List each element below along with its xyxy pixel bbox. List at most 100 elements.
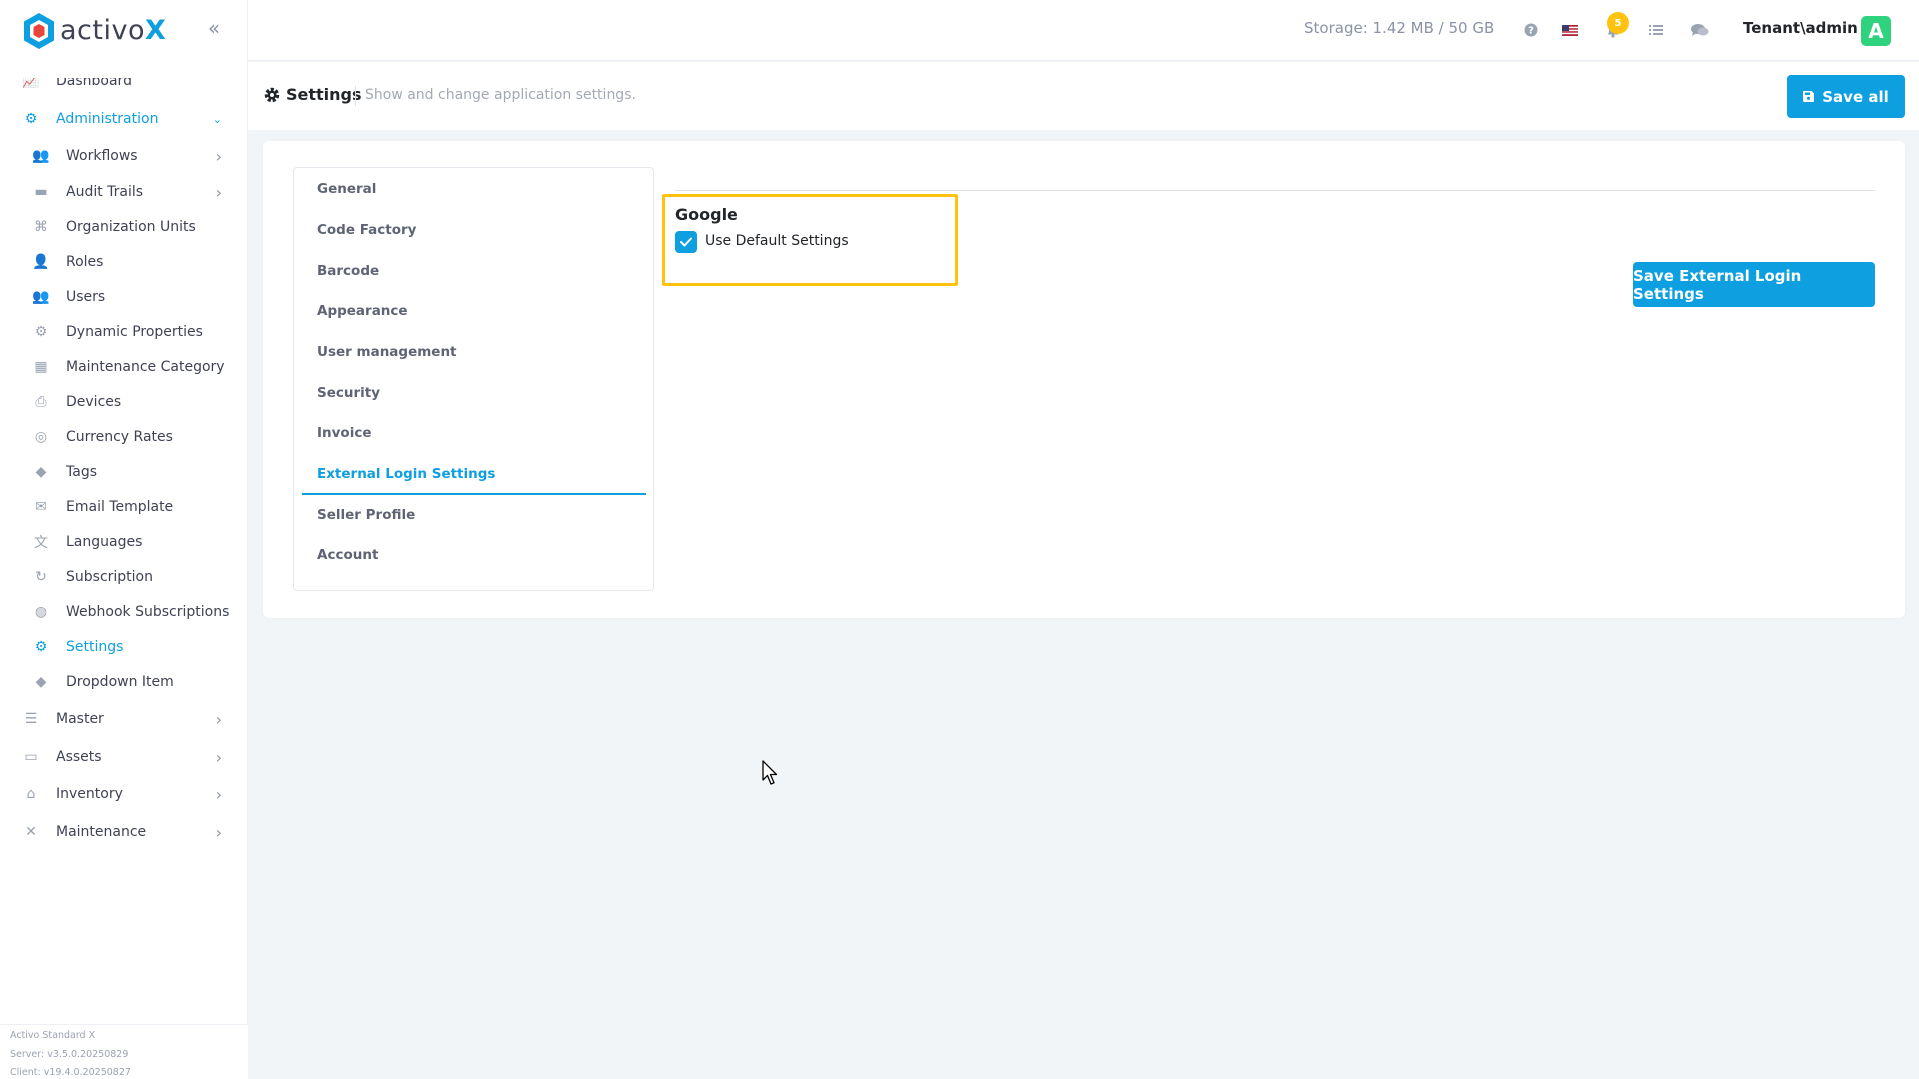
gear-icon	[263, 86, 283, 106]
tab-general[interactable]: General	[294, 170, 655, 208]
collapse-sidebar-icon[interactable]: «	[204, 18, 224, 38]
check-icon	[680, 237, 692, 247]
avatar[interactable]: A	[1861, 16, 1891, 46]
page-subheader: Settings Show and change application set…	[248, 62, 1919, 130]
tab-external-login-settings[interactable]: External Login Settings	[294, 455, 655, 493]
sidebar-item-dynamic-properties[interactable]: ⚙ Dynamic Properties	[0, 314, 248, 350]
sidebar-item-label: Dynamic Properties	[66, 324, 203, 340]
chevron-right-icon: ›	[215, 747, 222, 767]
sidebar-item-label: Organization Units	[66, 219, 196, 235]
sidebar-item-tags[interactable]: ◆ Tags	[0, 454, 248, 490]
sidebar-item-currency-rates[interactable]: ◎ Currency Rates	[0, 419, 248, 455]
mouse-cursor-icon	[762, 760, 778, 785]
sidebar: activoX « 📈 Dashboard ⚙ Administration ⌄ 👥 Wor…	[0, 0, 248, 1079]
sidebar-item-label: Workflows	[66, 148, 138, 164]
tab-code-factory[interactable]: Code Factory	[294, 211, 655, 249]
envelope-icon: ✉	[35, 499, 47, 515]
section-divider	[675, 190, 1875, 191]
task-list-icon[interactable]	[1644, 18, 1668, 42]
sidebar-item-audit-trails[interactable]: ▬ Audit Trails ›	[0, 174, 248, 210]
page-description: Show and change application settings.	[365, 87, 636, 103]
sidebar-item-webhook-subscriptions[interactable]: ◍ Webhook Subscriptions	[0, 594, 248, 630]
chevron-down-icon: ⌄	[212, 112, 222, 126]
tab-invoice[interactable]: Invoice	[294, 414, 655, 452]
chevron-right-icon: ›	[215, 709, 222, 729]
sidebar-item-maintenance-category[interactable]: ▦ Maintenance Category	[0, 349, 248, 385]
sidebar-item-subscription[interactable]: ↻ Subscription	[0, 559, 248, 595]
language-icon: 文	[34, 535, 48, 551]
gear-icon: ⚙	[34, 324, 48, 340]
gear-icon: ⚙	[34, 639, 48, 655]
tab-seller-profile[interactable]: Seller Profile	[294, 496, 655, 534]
notification-badge: 5	[1607, 12, 1629, 34]
sidebar-item-label: Tags	[66, 464, 97, 480]
globe-icon: ◍	[34, 604, 48, 620]
tags-icon: ◆	[35, 674, 47, 690]
sidebar-item-label: Roles	[66, 254, 104, 270]
users-icon: 👥	[32, 148, 50, 164]
sidebar-item-inventory[interactable]: ⌂ Inventory ›	[0, 776, 248, 812]
chevron-right-icon: ›	[215, 182, 222, 202]
top-header: Storage: 1.42 MB / 50 GB ? 5 Tenant\admi…	[248, 0, 1919, 61]
sidebar-item-label: Users	[66, 289, 106, 305]
sidebar-item-users[interactable]: 👥 Users	[0, 279, 248, 315]
user-tag-icon: 👤	[32, 254, 50, 270]
chat-icon[interactable]	[1688, 18, 1712, 42]
sidebar-item-master[interactable]: ☰ Master ›	[0, 701, 248, 737]
users-icon: 👥	[32, 289, 50, 305]
sidebar-item-maintenance[interactable]: ✕ Maintenance ›	[0, 814, 248, 850]
tab-security[interactable]: Security	[294, 374, 655, 412]
sidebar-item-label: Dashboard	[56, 78, 132, 89]
printer-icon: ⎙	[35, 394, 47, 410]
sidebar-item-roles[interactable]: 👤 Roles	[0, 244, 248, 280]
sidebar-item-label: Master	[56, 711, 104, 727]
save-external-login-settings-button[interactable]: Save External Login Settings	[1633, 262, 1875, 307]
tab-account[interactable]: Account	[294, 536, 655, 574]
brand-name: activoX	[60, 15, 167, 46]
sidebar-item-label: Inventory	[56, 786, 123, 802]
user-name[interactable]: Tenant\admin	[1743, 19, 1858, 37]
google-login-section: Google Use Default Settings	[662, 194, 958, 286]
coins-icon: ◎	[34, 429, 48, 445]
client-version: Client: v19.4.0.20250827	[10, 1067, 131, 1078]
sidebar-item-settings[interactable]: ⚙ Settings	[0, 629, 248, 665]
sidebar-item-label: Maintenance Category	[66, 359, 225, 375]
sidebar-item-languages[interactable]: 文 Languages	[0, 524, 248, 560]
grid-icon: ▦	[34, 359, 48, 375]
sidebar-item-assets[interactable]: ▭ Assets ›	[0, 739, 248, 775]
tab-barcode[interactable]: Barcode	[294, 252, 655, 290]
database-icon: ☰	[24, 711, 38, 727]
folder-icon: ▬	[34, 184, 48, 200]
sidebar-item-label: Maintenance	[56, 824, 147, 840]
tab-user-management[interactable]: User management	[294, 333, 655, 371]
use-default-settings-checkbox[interactable]	[675, 231, 697, 253]
svg-text:?: ?	[1528, 26, 1534, 37]
chevron-right-icon: ›	[215, 822, 222, 842]
sidebar-item-label: Assets	[56, 749, 102, 765]
sidebar-item-label: Administration	[56, 111, 159, 127]
sidebar-item-workflows[interactable]: 👥 Workflows ›	[0, 138, 248, 174]
sidebar-item-label: Settings	[66, 639, 124, 655]
use-default-settings-label[interactable]: Use Default Settings	[705, 233, 849, 249]
sidebar-item-label: Dropdown Item	[66, 674, 174, 690]
sidebar-item-label: Subscription	[66, 569, 153, 585]
save-all-button[interactable]: Save all	[1787, 75, 1905, 118]
sidebar-item-dashboard[interactable]: 📈 Dashboard	[0, 78, 248, 99]
active-tab-indicator	[302, 493, 646, 495]
sidebar-item-organization-units[interactable]: ⌘ Organization Units	[0, 209, 248, 245]
tab-appearance[interactable]: Appearance	[294, 292, 655, 330]
tags-icon: ◆	[35, 464, 47, 480]
sidebar-item-dropdown-item[interactable]: ◆ Dropdown Item	[0, 664, 248, 700]
sidebar-item-email-template[interactable]: ✉ Email Template	[0, 489, 248, 525]
save-all-label: Save all	[1822, 87, 1889, 106]
version-info: Activo Standard X Server: v3.5.0.2025082…	[0, 1024, 248, 1079]
sidebar-item-devices[interactable]: ⎙ Devices	[0, 384, 248, 420]
gears-icon: ⚙	[24, 111, 38, 127]
us-flag-icon[interactable]	[1558, 18, 1582, 42]
product-name: Activo Standard X	[10, 1030, 96, 1041]
chart-line-icon: 📈	[22, 78, 40, 89]
sidebar-item-administration[interactable]: ⚙ Administration ⌄	[0, 101, 248, 137]
help-icon[interactable]: ?	[1519, 18, 1543, 42]
server-version: Server: v3.5.0.20250829	[10, 1048, 129, 1060]
sidebar-item-label: Webhook Subscriptions	[66, 604, 230, 620]
